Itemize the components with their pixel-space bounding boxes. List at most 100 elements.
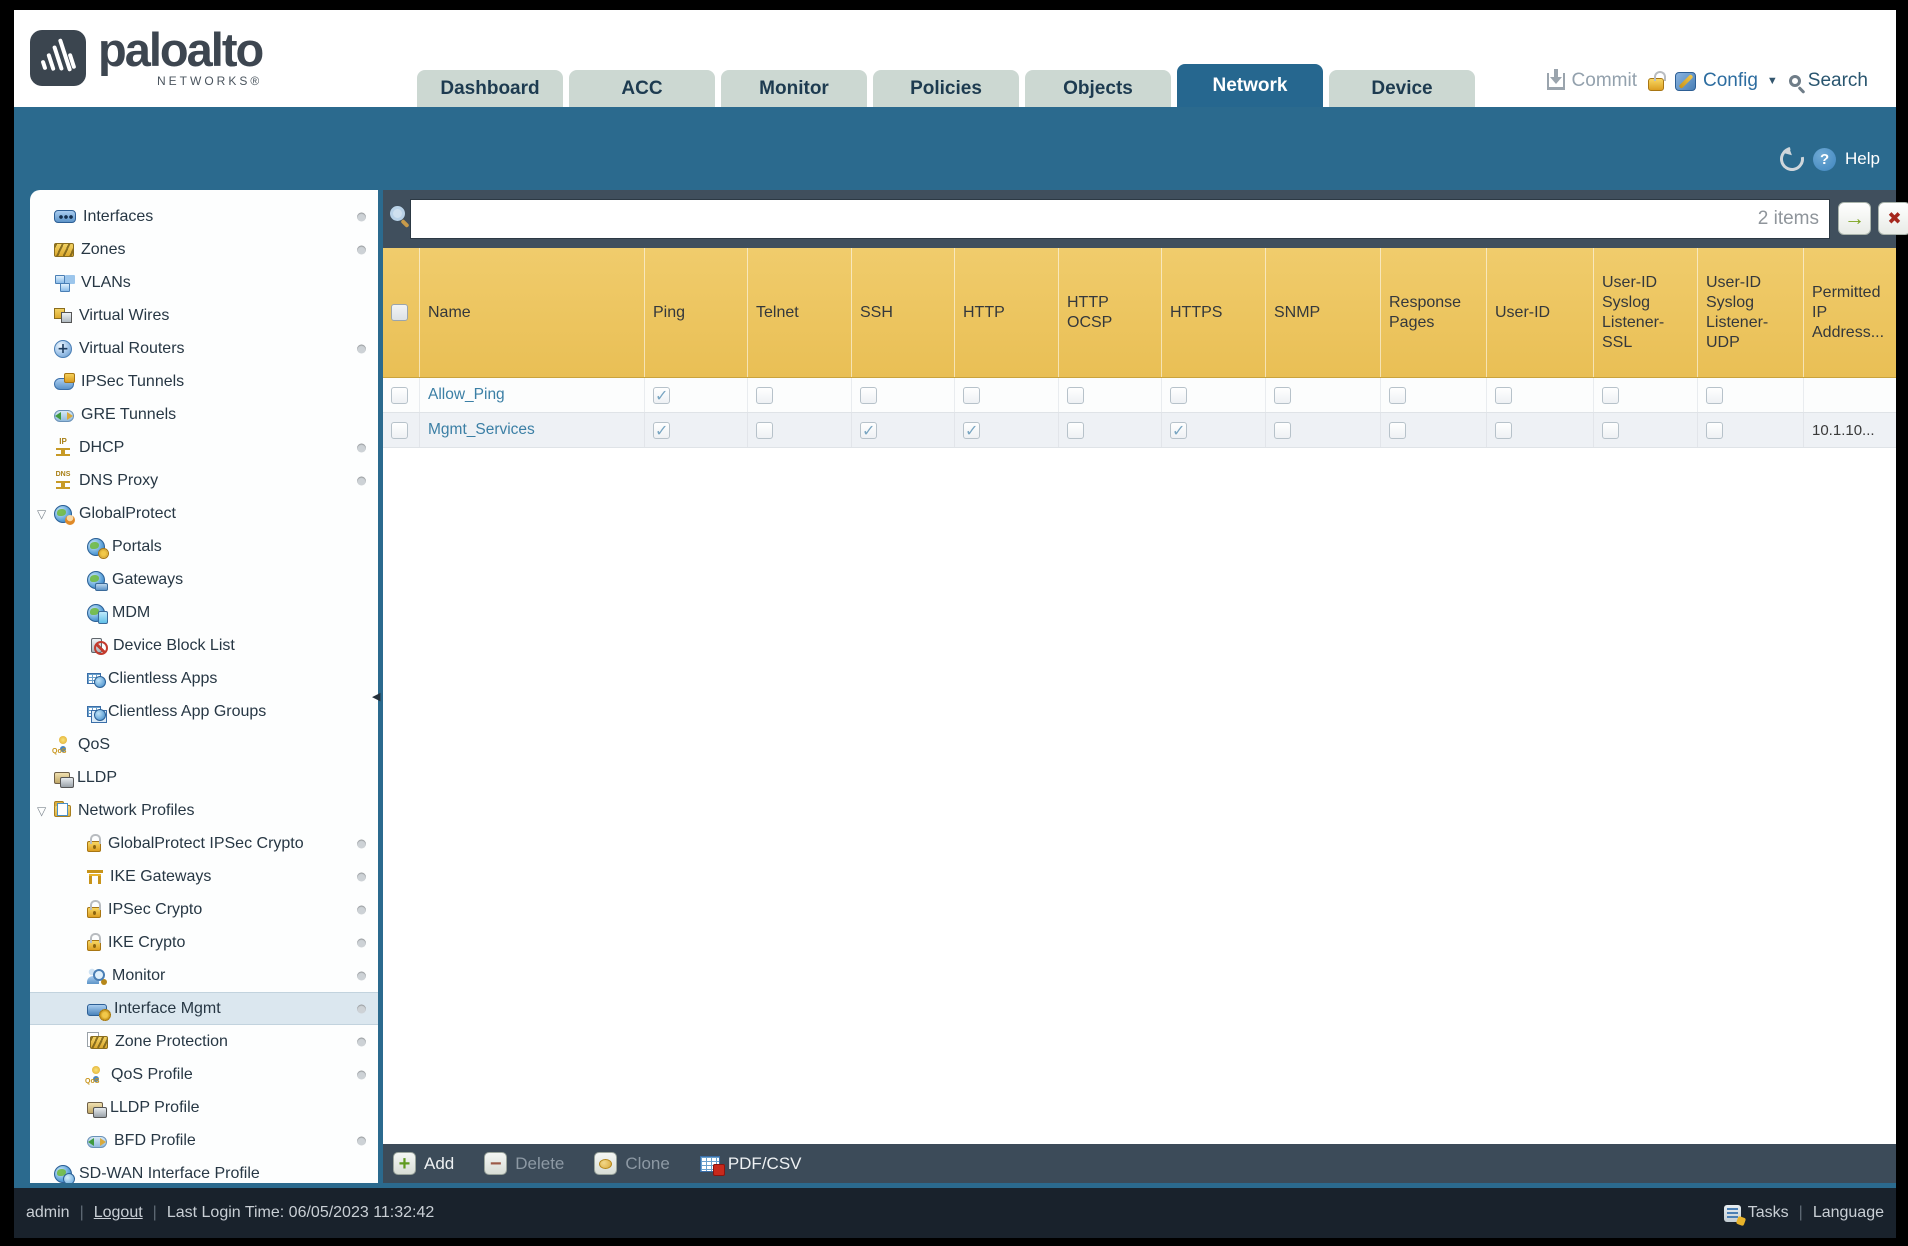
service-checkbox-http-ocsp[interactable] bbox=[1067, 386, 1084, 404]
service-checkbox-https[interactable] bbox=[1170, 386, 1187, 404]
expand-arrow-icon[interactable]: ▽ bbox=[37, 804, 46, 818]
tasks-link[interactable]: Tasks bbox=[1748, 1204, 1789, 1222]
tab-dashboard[interactable]: Dashboard bbox=[417, 70, 563, 107]
service-checkbox-http-ocsp[interactable] bbox=[1067, 421, 1084, 439]
logout-link[interactable]: Logout bbox=[94, 1204, 143, 1222]
row-select-checkbox[interactable] bbox=[391, 421, 408, 439]
service-checkbox-user-id[interactable] bbox=[1495, 421, 1512, 439]
item-menu-dot-icon[interactable] bbox=[357, 938, 366, 947]
select-all-checkbox[interactable] bbox=[391, 304, 408, 321]
service-checkbox-ssh[interactable] bbox=[860, 421, 877, 440]
sidebar-item-lldp[interactable]: LLDP bbox=[30, 761, 378, 794]
item-menu-dot-icon[interactable] bbox=[357, 1037, 366, 1046]
column-header-http-ocsp[interactable]: HTTP OCSP bbox=[1059, 248, 1162, 377]
column-header-permitted-ip-address[interactable]: Permitted IP Address... bbox=[1804, 248, 1896, 377]
service-checkbox-user-id-syslog-listener-udp[interactable] bbox=[1706, 421, 1723, 439]
sidebar-item-gateways[interactable]: Gateways bbox=[30, 563, 378, 596]
sidebar-item-globalprotect-ipsec-crypto[interactable]: GlobalProtect IPSec Crypto bbox=[30, 827, 378, 860]
sidebar-item-clientless-apps[interactable]: Clientless Apps bbox=[30, 662, 378, 695]
sidebar-item-zone-protection[interactable]: Zone Protection bbox=[30, 1025, 378, 1058]
sidebar-item-ike-gateways[interactable]: IKE Gateways bbox=[30, 860, 378, 893]
service-checkbox-http[interactable] bbox=[963, 421, 980, 440]
sidebar-item-sd-wan-interface-profile[interactable]: SD-WAN Interface Profile bbox=[30, 1157, 378, 1183]
tab-policies[interactable]: Policies bbox=[873, 70, 1019, 107]
lock-icon[interactable] bbox=[1647, 71, 1666, 91]
item-menu-dot-icon[interactable] bbox=[357, 905, 366, 914]
help-icon[interactable]: ? bbox=[1813, 147, 1837, 171]
help-link[interactable]: Help bbox=[1845, 149, 1880, 169]
delete-button[interactable]: − Delete bbox=[484, 1152, 564, 1175]
sidebar-item-globalprotect[interactable]: ▽ GlobalProtect bbox=[30, 497, 378, 530]
expand-arrow-icon[interactable]: ▽ bbox=[37, 507, 46, 521]
sidebar-item-mdm[interactable]: MDM bbox=[30, 596, 378, 629]
sidebar-item-ipsec-tunnels[interactable]: IPSec Tunnels bbox=[30, 365, 378, 398]
tab-acc[interactable]: ACC bbox=[569, 70, 715, 107]
language-link[interactable]: Language bbox=[1813, 1204, 1884, 1222]
column-header-user-id-syslog-listener-udp[interactable]: User-ID Syslog Listener-UDP bbox=[1698, 248, 1804, 377]
sidebar-item-zones[interactable]: Zones bbox=[30, 233, 378, 266]
config-menu-button[interactable]: Config ▼ bbox=[1674, 70, 1778, 92]
sidebar-item-device-block-list[interactable]: Device Block List bbox=[30, 629, 378, 662]
item-menu-dot-icon[interactable] bbox=[357, 872, 366, 881]
service-checkbox-ping[interactable] bbox=[653, 421, 670, 440]
column-header-user-id-syslog-listener-ssl[interactable]: User-ID Syslog Listener-SSL bbox=[1594, 248, 1698, 377]
service-checkbox-telnet[interactable] bbox=[756, 421, 773, 439]
sidebar-item-dns-proxy[interactable]: DNS Proxy bbox=[30, 464, 378, 497]
service-checkbox-snmp[interactable] bbox=[1274, 386, 1291, 404]
sidebar-item-bfd-profile[interactable]: BFD Profile bbox=[30, 1124, 378, 1157]
sidebar-item-dhcp[interactable]: DHCP bbox=[30, 431, 378, 464]
tab-monitor[interactable]: Monitor bbox=[721, 70, 867, 107]
item-menu-dot-icon[interactable] bbox=[357, 1136, 366, 1145]
profile-name-link[interactable]: Mgmt_Services bbox=[428, 421, 535, 439]
service-checkbox-response-pages[interactable] bbox=[1389, 421, 1406, 439]
sidebar-item-interface-mgmt[interactable]: Interface Mgmt bbox=[30, 992, 378, 1025]
sidebar-item-lldp-profile[interactable]: LLDP Profile bbox=[30, 1091, 378, 1124]
clear-filter-button[interactable]: ✖ bbox=[1878, 202, 1908, 235]
row-select-checkbox[interactable] bbox=[391, 386, 408, 404]
sidebar-item-ipsec-crypto[interactable]: IPSec Crypto bbox=[30, 893, 378, 926]
sidebar-item-virtual-wires[interactable]: Virtual Wires bbox=[30, 299, 378, 332]
service-checkbox-https[interactable] bbox=[1170, 421, 1187, 440]
collapse-pane-icon[interactable]: ◀ bbox=[372, 690, 380, 703]
sidebar-item-monitor[interactable]: Monitor bbox=[30, 959, 378, 992]
clone-button[interactable]: Clone bbox=[594, 1152, 670, 1175]
sidebar-item-ike-crypto[interactable]: IKE Crypto bbox=[30, 926, 378, 959]
refresh-icon[interactable] bbox=[1775, 142, 1809, 176]
pdf-csv-button[interactable]: PDF/CSV bbox=[699, 1154, 802, 1176]
sidebar-item-qos[interactable]: QoS bbox=[30, 728, 378, 761]
commit-button[interactable]: Commit bbox=[1546, 68, 1637, 92]
service-checkbox-user-id-syslog-listener-udp[interactable] bbox=[1706, 386, 1723, 404]
column-header-snmp[interactable]: SNMP bbox=[1266, 248, 1381, 377]
item-menu-dot-icon[interactable] bbox=[357, 1004, 366, 1013]
profile-name-link[interactable]: Allow_Ping bbox=[428, 386, 505, 404]
service-checkbox-http[interactable] bbox=[963, 386, 980, 404]
column-header-telnet[interactable]: Telnet bbox=[748, 248, 852, 377]
tab-network[interactable]: Network bbox=[1177, 64, 1323, 107]
search-button[interactable]: Search bbox=[1788, 70, 1868, 92]
column-header-name[interactable]: Name bbox=[420, 248, 645, 377]
sidebar-item-portals[interactable]: Portals bbox=[30, 530, 378, 563]
sidebar-item-virtual-routers[interactable]: Virtual Routers bbox=[30, 332, 378, 365]
item-menu-dot-icon[interactable] bbox=[357, 839, 366, 848]
tab-objects[interactable]: Objects bbox=[1025, 70, 1171, 107]
service-checkbox-user-id-syslog-listener-ssl[interactable] bbox=[1602, 421, 1619, 439]
item-menu-dot-icon[interactable] bbox=[357, 245, 366, 254]
service-checkbox-ping[interactable] bbox=[653, 386, 670, 405]
service-checkbox-user-id[interactable] bbox=[1495, 386, 1512, 404]
service-checkbox-telnet[interactable] bbox=[756, 386, 773, 404]
item-menu-dot-icon[interactable] bbox=[357, 1070, 366, 1079]
add-button[interactable]: + Add bbox=[393, 1152, 454, 1175]
apply-filter-button[interactable]: → bbox=[1838, 202, 1871, 235]
sidebar-item-clientless-app-groups[interactable]: Clientless App Groups bbox=[30, 695, 378, 728]
service-checkbox-response-pages[interactable] bbox=[1389, 386, 1406, 404]
tasks-icon[interactable] bbox=[1723, 1204, 1741, 1222]
sidebar-item-network-profiles[interactable]: ▽ Network Profiles bbox=[30, 794, 378, 827]
filter-input[interactable] bbox=[411, 208, 1758, 230]
column-header-user-id[interactable]: User-ID bbox=[1487, 248, 1594, 377]
service-checkbox-ssh[interactable] bbox=[860, 386, 877, 404]
item-menu-dot-icon[interactable] bbox=[357, 344, 366, 353]
sidebar-item-qos-profile[interactable]: QoS Profile bbox=[30, 1058, 378, 1091]
sidebar-item-vlans[interactable]: VLANs bbox=[30, 266, 378, 299]
sidebar-item-gre-tunnels[interactable]: GRE Tunnels bbox=[30, 398, 378, 431]
sidebar-item-interfaces[interactable]: Interfaces bbox=[30, 200, 378, 233]
